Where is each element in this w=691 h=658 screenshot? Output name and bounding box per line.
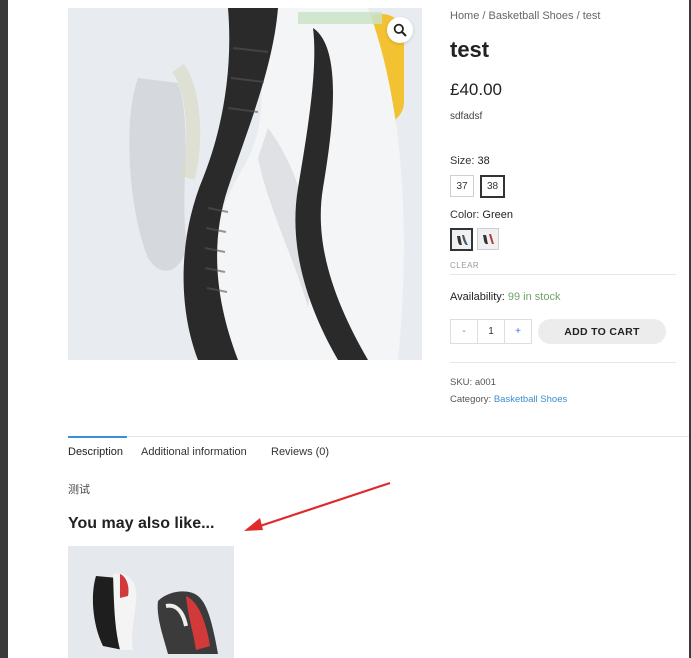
breadcrumb-home[interactable]: Home: [450, 10, 479, 22]
product-page: Home / Basketball Shoes / test test £40.…: [8, 0, 689, 658]
divider: [450, 362, 676, 363]
quantity-increase-button[interactable]: +: [504, 320, 531, 343]
tab-reviews[interactable]: Reviews (0): [271, 446, 329, 458]
shoe-sole-image: [68, 8, 422, 360]
related-product-image[interactable]: [68, 546, 234, 658]
availability-label: Availability:: [450, 291, 505, 303]
sku-value: a001: [474, 377, 496, 388]
size-selected-value: 38: [477, 155, 490, 167]
product-short-description: sdfadsf: [450, 111, 483, 122]
stock-status: 99 in stock: [507, 291, 561, 303]
product-sku: SKU: a001: [450, 377, 496, 388]
breadcrumb: Home / Basketball Shoes / test: [450, 10, 600, 22]
magnifier-icon: [393, 23, 407, 37]
color-swatches: [450, 228, 499, 251]
category-link[interactable]: Basketball Shoes: [494, 394, 567, 405]
size-option-37[interactable]: 37: [450, 175, 474, 197]
clear-selection-link[interactable]: CLEAR: [450, 261, 479, 270]
product-image-gallery[interactable]: [68, 8, 422, 360]
size-attribute-label: Size: 38: [450, 155, 490, 167]
tab-description[interactable]: Description: [68, 446, 123, 458]
product-title: test: [450, 37, 490, 62]
tab-additional-information[interactable]: Additional information: [141, 446, 247, 458]
size-label: Size:: [450, 155, 475, 167]
quantity-input[interactable]: 1: [478, 320, 504, 343]
description-content: 测试: [68, 484, 90, 496]
shoe-thumbnail-icon: [456, 234, 468, 245]
related-products-heading: You may also like...: [68, 515, 215, 532]
product-price: £40.00: [450, 80, 502, 99]
active-tab-indicator: [68, 436, 127, 438]
divider: [450, 274, 676, 275]
zoom-button[interactable]: [387, 17, 413, 43]
size-swatches: 37 38: [450, 175, 505, 198]
breadcrumb-category[interactable]: Basketball Shoes: [489, 10, 574, 22]
availability: Availability: 99 in stock: [450, 291, 560, 303]
category-label: Category:: [450, 394, 492, 405]
color-selected-value: Green: [482, 209, 513, 221]
breadcrumb-separator: /: [482, 10, 486, 22]
breadcrumb-current: test: [582, 10, 601, 22]
quantity-stepper: - 1 +: [450, 319, 532, 344]
product-category: Category: Basketball Shoes: [450, 394, 567, 405]
color-swatch-red[interactable]: [477, 228, 499, 250]
size-option-38[interactable]: 38: [480, 175, 505, 198]
image-overlay-bar: [298, 12, 382, 24]
related-shoe-image: [68, 546, 234, 658]
quantity-decrease-button[interactable]: -: [451, 320, 478, 343]
breadcrumb-separator: /: [576, 10, 580, 22]
shoe-thumbnail-icon: [483, 234, 494, 244]
tabs-divider: [68, 436, 689, 437]
color-swatch-green[interactable]: [450, 228, 473, 251]
color-attribute-label: Color: Green: [450, 209, 513, 221]
add-to-cart-button[interactable]: ADD TO CART: [538, 319, 666, 344]
sku-label: SKU:: [450, 377, 473, 388]
color-label: Color:: [450, 209, 480, 221]
